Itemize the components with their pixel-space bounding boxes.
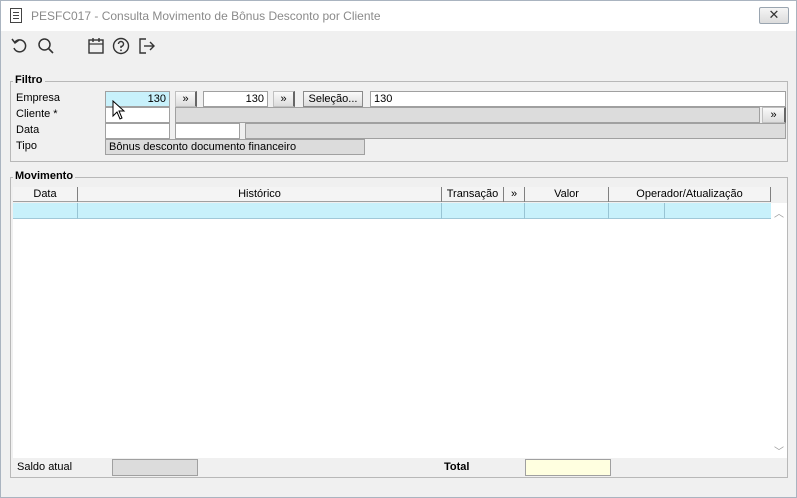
mouse-cursor-icon bbox=[112, 100, 126, 120]
title-bar: PESFC017 - Consulta Movimento de Bônus D… bbox=[1, 1, 796, 31]
selecao-field[interactable]: 130 bbox=[370, 91, 786, 107]
grid-body bbox=[13, 219, 771, 458]
help-icon[interactable] bbox=[111, 36, 131, 56]
window-title: PESFC017 - Consulta Movimento de Bônus D… bbox=[31, 9, 381, 23]
empresa-from-expand-button[interactable]: » bbox=[175, 91, 197, 107]
column-header-operador[interactable]: Operador/Atualização bbox=[609, 187, 771, 202]
scroll-down-icon[interactable]: ﹀ bbox=[774, 443, 784, 458]
saldo-field bbox=[112, 459, 198, 476]
selecao-button[interactable]: Seleção... bbox=[303, 91, 363, 107]
data-from-field[interactable] bbox=[105, 123, 170, 139]
empresa-to-field[interactable]: 130 bbox=[203, 91, 268, 107]
exit-icon[interactable] bbox=[137, 36, 157, 56]
data-to-field[interactable] bbox=[175, 123, 240, 139]
movimento-title: Movimento bbox=[13, 170, 76, 182]
cell-transacao[interactable] bbox=[442, 203, 525, 219]
cell-valor[interactable] bbox=[525, 203, 609, 219]
vertical-scrollbar[interactable]: ︿ ﹀ bbox=[771, 203, 787, 458]
column-header-historico[interactable]: Histórico bbox=[78, 187, 442, 202]
document-icon bbox=[10, 8, 22, 23]
cliente-name-field bbox=[175, 107, 760, 123]
toolbar bbox=[1, 31, 796, 61]
column-header-expand-button[interactable]: » bbox=[504, 187, 525, 202]
cell-atualizacao[interactable] bbox=[665, 203, 771, 219]
empresa-to-expand-button[interactable]: » bbox=[273, 91, 295, 107]
column-header-data[interactable]: Data bbox=[13, 187, 78, 202]
cell-operador[interactable] bbox=[609, 203, 665, 219]
undo-icon[interactable] bbox=[10, 36, 30, 56]
grid-header: Data Histórico Transação » Valor Operado… bbox=[13, 187, 771, 202]
empresa-label: Empresa bbox=[16, 92, 61, 104]
cell-historico[interactable] bbox=[78, 203, 442, 219]
cliente-expand-button[interactable]: » bbox=[762, 107, 786, 123]
scroll-up-icon[interactable]: ︿ bbox=[774, 205, 784, 220]
cliente-label: Cliente * bbox=[16, 108, 58, 120]
data-label: Data bbox=[16, 124, 40, 136]
column-header-valor[interactable]: Valor bbox=[525, 187, 609, 202]
column-header-transacao[interactable]: Transação bbox=[442, 187, 504, 202]
total-label: Total bbox=[444, 461, 470, 473]
total-field bbox=[525, 459, 611, 476]
data-description-field bbox=[245, 123, 786, 139]
calendar-icon[interactable] bbox=[86, 36, 106, 56]
saldo-label: Saldo atual bbox=[17, 461, 73, 473]
main-window: PESFC017 - Consulta Movimento de Bônus D… bbox=[0, 0, 797, 498]
filtro-title: Filtro bbox=[13, 74, 45, 86]
search-icon[interactable] bbox=[36, 36, 56, 56]
tipo-label: Tipo bbox=[16, 140, 37, 152]
table-row[interactable] bbox=[13, 203, 771, 219]
close-button[interactable]: ✕ bbox=[759, 7, 789, 24]
tipo-field[interactable]: Bônus desconto documento financeiro bbox=[105, 139, 365, 155]
cell-data[interactable] bbox=[13, 203, 78, 219]
